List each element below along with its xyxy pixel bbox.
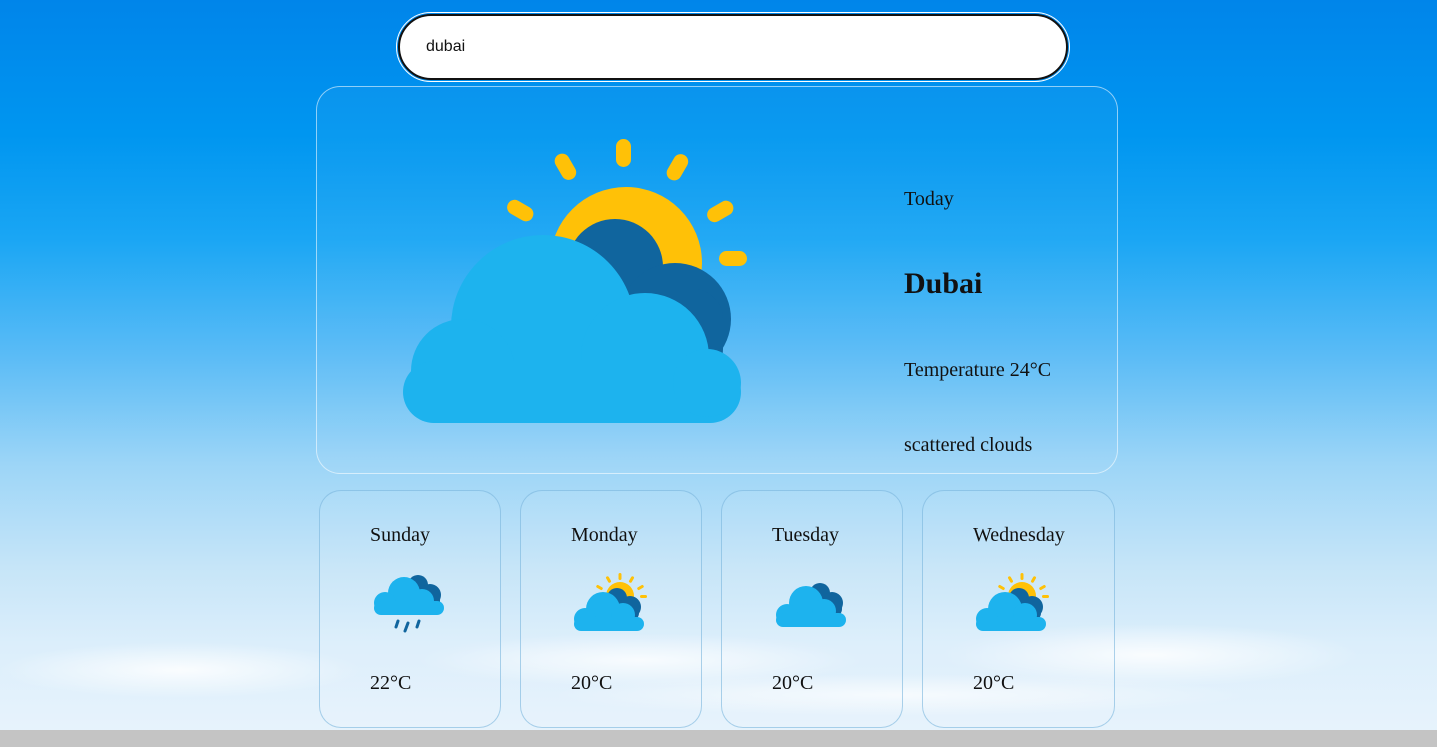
- weather-description: scattered clouds: [904, 434, 1033, 456]
- sun-behind-clouds-icon: [574, 573, 647, 631]
- forecast-day: Sunday: [370, 524, 430, 546]
- sun-behind-clouds-icon: [976, 573, 1049, 631]
- sun-behind-clouds-icon: [403, 139, 747, 423]
- forecast-card-sunday: Sunday 22°C: [319, 490, 501, 728]
- horizontal-scrollbar[interactable]: [0, 730, 1437, 747]
- background-clouds: [0, 600, 1437, 730]
- current-weather-info: Today Dubai Temperature 24°C scattered c…: [904, 87, 1104, 473]
- search-input[interactable]: [398, 14, 1068, 80]
- search-bar: [396, 12, 1070, 82]
- forecast-temp: 20°C: [973, 672, 1015, 694]
- forecast-day: Monday: [571, 524, 638, 546]
- forecast-temp: 20°C: [571, 672, 613, 694]
- forecast-temp: 22°C: [370, 672, 412, 694]
- current-weather-card: Today Dubai Temperature 24°C scattered c…: [316, 86, 1118, 474]
- forecast-day: Wednesday: [973, 524, 1065, 546]
- forecast-temp: 20°C: [772, 672, 814, 694]
- today-label: Today: [904, 188, 954, 210]
- cloudy-icon: [776, 583, 846, 627]
- forecast-card-tuesday: Tuesday 20°C: [721, 490, 903, 728]
- forecast-card-wednesday: Wednesday 20°C: [922, 490, 1115, 728]
- current-temperature: Temperature 24°C: [904, 359, 1052, 381]
- rain-cloud-icon: [374, 575, 444, 633]
- city-name: Dubai: [904, 267, 983, 300]
- forecast-card-monday: Monday 20°C: [520, 490, 702, 728]
- forecast-day: Tuesday: [772, 524, 840, 546]
